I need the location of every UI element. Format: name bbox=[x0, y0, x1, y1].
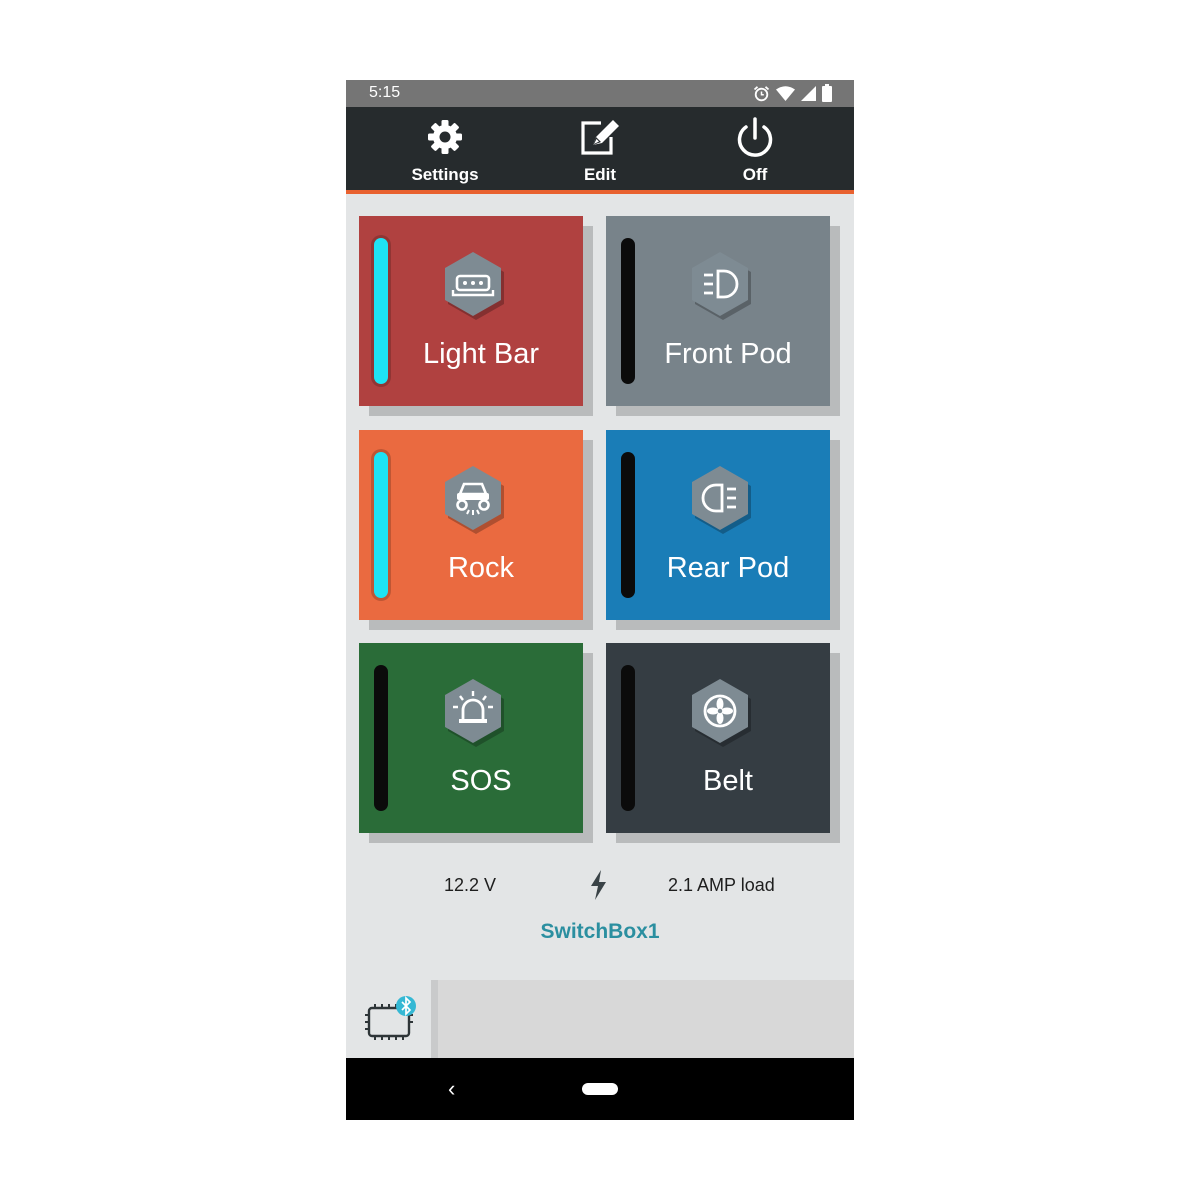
wifi-icon bbox=[776, 85, 795, 101]
switch-tile-front-pod[interactable]: Front Pod bbox=[606, 216, 830, 406]
rock-light-icon bbox=[445, 466, 504, 534]
switch-tile-sos[interactable]: SOS bbox=[359, 643, 583, 833]
switch-tile-rear-pod[interactable]: Rear Pod bbox=[606, 430, 830, 620]
back-button[interactable]: ‹ bbox=[448, 1076, 455, 1102]
edit-button[interactable]: Edit bbox=[540, 107, 660, 190]
status-icons bbox=[753, 83, 832, 103]
switch-label: Light Bar bbox=[422, 338, 540, 370]
edit-label: Edit bbox=[583, 165, 617, 184]
home-button[interactable] bbox=[582, 1083, 618, 1095]
bolt-icon bbox=[591, 870, 606, 900]
alarm-icon bbox=[753, 85, 770, 101]
switch-label: Front Pod bbox=[664, 338, 792, 370]
power-icon bbox=[737, 117, 773, 157]
front-light-icon bbox=[692, 252, 751, 320]
edit-icon bbox=[581, 120, 619, 155]
signal-icon bbox=[801, 85, 816, 101]
switch-label: Belt bbox=[703, 765, 753, 797]
status-bar: 5:15 bbox=[346, 80, 854, 107]
battery-icon bbox=[822, 84, 832, 102]
device-name[interactable]: SwitchBox1 bbox=[346, 920, 854, 944]
app-screen: 5:15 Settings Edit Off Light Bar Front P… bbox=[346, 80, 854, 1120]
top-toolbar: Settings Edit Off bbox=[346, 107, 854, 194]
voltage-readout: 12.2 V bbox=[444, 875, 497, 895]
off-label: Off bbox=[742, 165, 768, 184]
fan-icon bbox=[692, 679, 751, 747]
device-panel-area bbox=[438, 980, 854, 1058]
settings-label: Settings bbox=[411, 165, 479, 184]
status-time: 5:15 bbox=[369, 84, 401, 101]
off-button[interactable]: Off bbox=[695, 107, 815, 190]
system-nav-bar: ‹ bbox=[346, 1058, 854, 1120]
rear-light-icon bbox=[692, 466, 751, 534]
switchbox-bluetooth-icon bbox=[365, 995, 416, 1040]
switch-label: SOS bbox=[450, 765, 512, 797]
switch-label: Rock bbox=[447, 552, 515, 584]
gear-icon bbox=[428, 120, 462, 154]
switch-tile-light-bar[interactable]: Light Bar bbox=[359, 216, 583, 406]
light-bar-icon bbox=[445, 252, 504, 320]
switch-label: Rear Pod bbox=[666, 552, 790, 584]
load-readout: 2.1 AMP load bbox=[668, 875, 775, 895]
settings-button[interactable]: Settings bbox=[385, 107, 505, 190]
switch-tile-belt[interactable]: Belt bbox=[606, 643, 830, 833]
device-selector[interactable] bbox=[346, 980, 431, 1058]
panel-divider bbox=[431, 980, 438, 1058]
switch-tile-rock[interactable]: Rock bbox=[359, 430, 583, 620]
beacon-icon bbox=[445, 679, 504, 747]
